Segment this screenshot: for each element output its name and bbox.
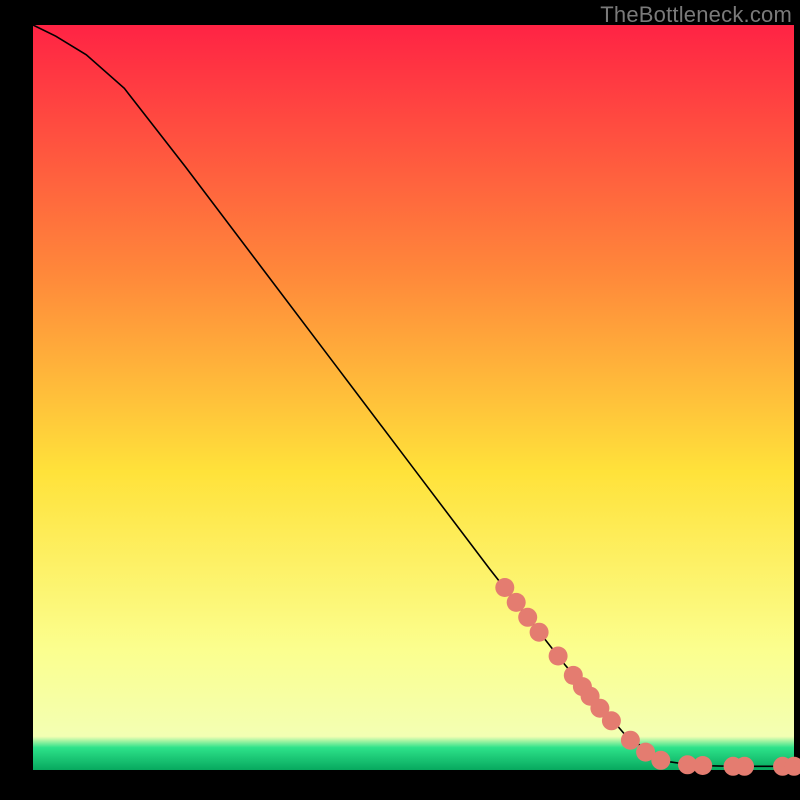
data-marker (518, 608, 537, 627)
watermark-text: TheBottleneck.com (600, 2, 792, 28)
data-marker (530, 623, 549, 642)
bottleneck-curve (33, 25, 794, 766)
data-marker (735, 757, 754, 776)
chart-svg (33, 25, 794, 770)
data-markers (495, 578, 800, 776)
data-marker (602, 711, 621, 730)
data-marker (693, 756, 712, 775)
data-marker (549, 647, 568, 666)
data-marker (651, 751, 670, 770)
data-marker (507, 593, 526, 612)
data-marker (621, 731, 640, 750)
data-marker (495, 578, 514, 597)
plot-area (33, 25, 794, 770)
